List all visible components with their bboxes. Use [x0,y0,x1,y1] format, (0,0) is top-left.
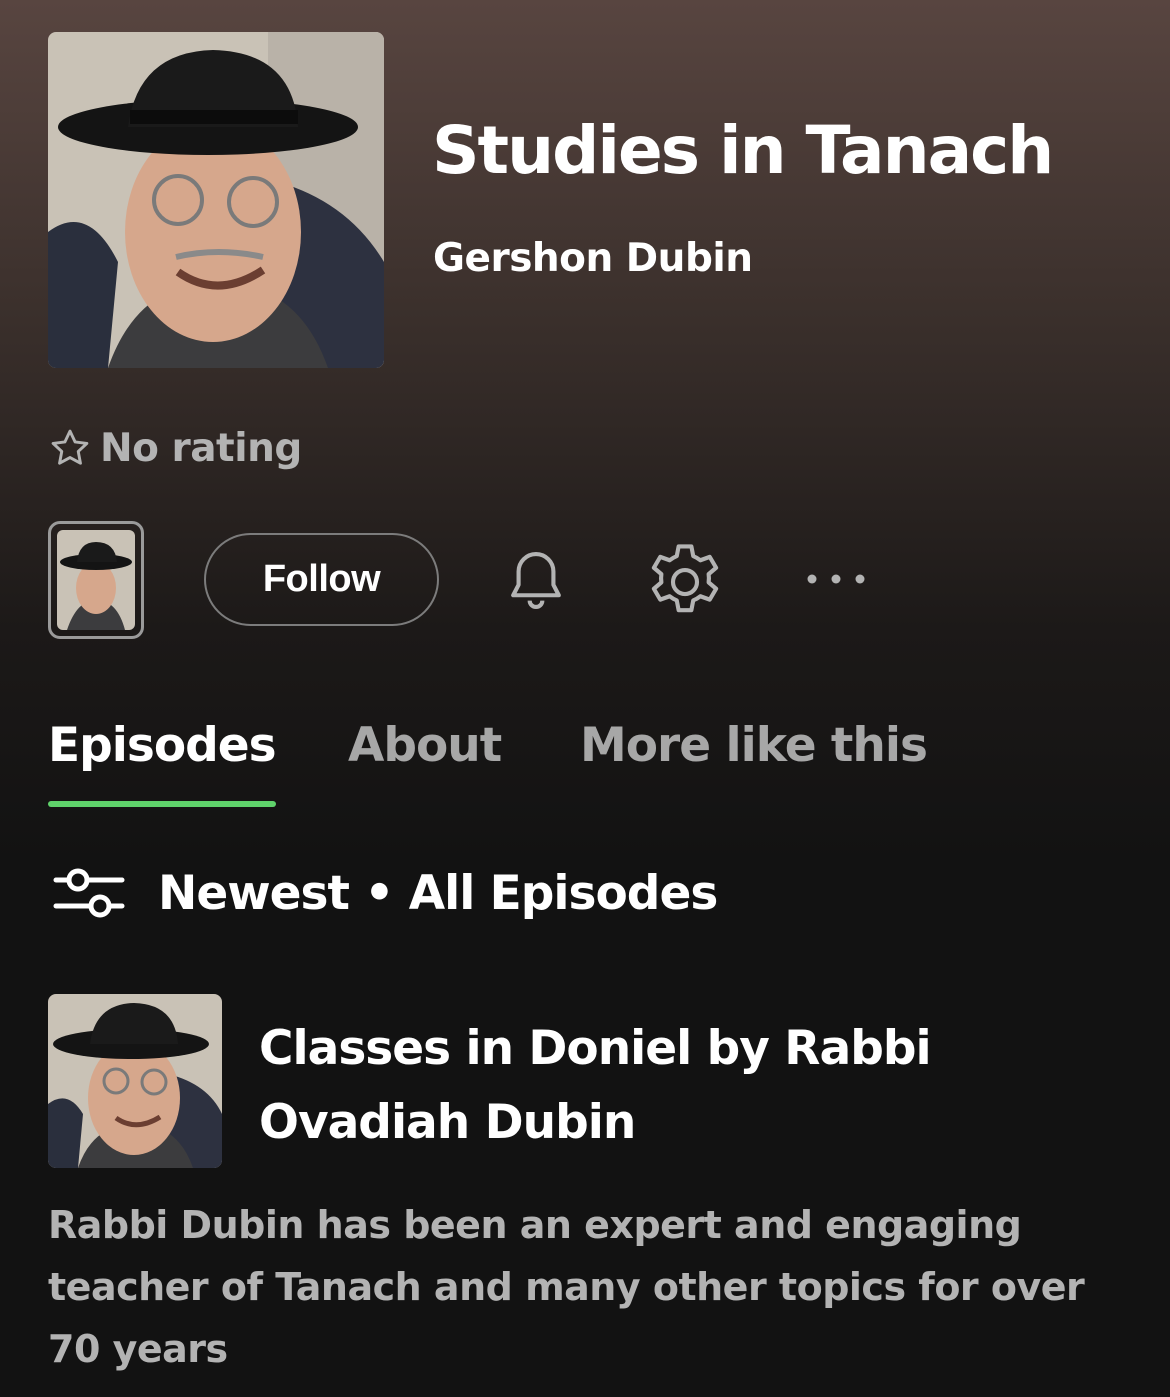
bell-icon[interactable] [498,543,574,623]
rating-text: No rating [100,425,302,471]
tab-episodes[interactable]: Episodes [48,718,277,773]
filter-label: Newest • All Episodes [158,865,718,921]
episode-title[interactable]: Classes in Doniel by Rabbi Ovadiah Dubin [259,1012,1119,1160]
podcast-title: Studies in Tanach [432,112,1054,189]
episode-filter[interactable]: Newest • All Episodes [52,862,718,924]
gear-icon[interactable] [640,537,730,631]
more-dots-icon[interactable] [804,565,868,597]
tab-about[interactable]: About [348,718,502,773]
podcast-author[interactable]: Gershon Dubin [433,236,753,281]
follow-button[interactable]: Follow [204,533,439,626]
cover-thumbnail-image [57,530,135,630]
episode-description: Rabbi Dubin has been an expert and engag… [48,1203,1085,1371]
podcast-cover-image [48,32,384,368]
star-outline-icon [51,429,89,465]
filter-sliders-icon [53,868,125,918]
rating[interactable]: No rating [48,424,302,472]
tab-more-like-this[interactable]: More like this [580,718,928,773]
cover-thumbnail-button[interactable] [48,521,144,639]
active-tab-indicator [48,801,276,807]
episode-thumbnail[interactable] [48,994,222,1168]
